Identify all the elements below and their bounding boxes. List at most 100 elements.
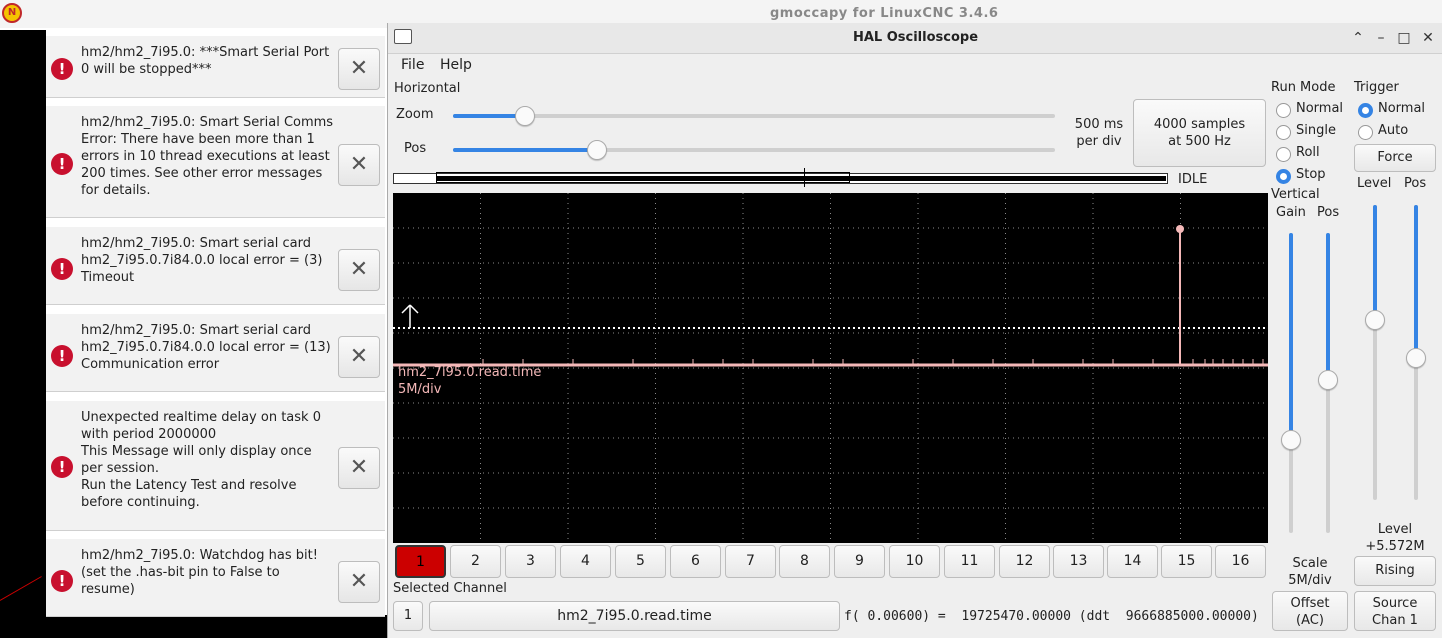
selected-channel-number[interactable]: 1	[393, 601, 423, 631]
background-dark-area	[0, 30, 46, 638]
channel-button-16[interactable]: 16	[1215, 545, 1266, 578]
error-icon: !	[51, 570, 73, 592]
window-titlebar[interactable]: HAL Oscilloscope ⌃ – □ ✕	[388, 23, 1442, 54]
run-mode-roll-label[interactable]: Roll	[1296, 145, 1320, 160]
channel-button-15[interactable]: 15	[1161, 545, 1212, 578]
channel-button-10[interactable]: 10	[889, 545, 940, 578]
vertical-pos-slider-fill	[1326, 233, 1330, 380]
trigger-pos-slider[interactable]	[1406, 205, 1426, 500]
notification-item: ! hm2/hm2_7i95.0: Smart serial card hm2_…	[46, 227, 385, 305]
gain-slider[interactable]	[1281, 233, 1301, 533]
trigger-normal-label[interactable]: Normal	[1378, 101, 1425, 116]
vertical-pos-label: Pos	[1317, 205, 1340, 220]
position-slider-handle[interactable]	[587, 140, 608, 160]
channel-button-6[interactable]: 6	[670, 545, 721, 578]
selected-channel-name-button[interactable]: hm2_7i95.0.read.time	[429, 601, 840, 631]
channel-button-2[interactable]: 2	[450, 545, 501, 578]
channel-button-3[interactable]: 3	[505, 545, 556, 578]
window-title: HAL Oscilloscope	[852, 30, 979, 45]
run-mode-stop-label[interactable]: Stop	[1296, 167, 1326, 182]
trigger-pos-slider-handle[interactable]	[1406, 348, 1426, 369]
notification-item: ! hm2/hm2_7i95.0: Watchdog has bit! (set…	[46, 539, 385, 617]
close-notification-button[interactable]: ✕	[338, 249, 380, 291]
trigger-arrow-icon	[401, 304, 411, 314]
gain-slider-handle[interactable]	[1281, 430, 1301, 450]
close-notification-button[interactable]: ✕	[338, 336, 380, 378]
position-slider-fill	[453, 148, 598, 152]
notification-item: ! hm2/hm2_7i95.0: ***Smart Serial Port 0…	[46, 36, 385, 98]
record-buffer-bar	[393, 168, 1168, 187]
run-mode-normal-label[interactable]: Normal	[1296, 101, 1343, 116]
rising-edge-button[interactable]: Rising	[1354, 556, 1436, 586]
linuxcnc-logo-icon[interactable]: N	[2, 3, 22, 23]
trigger-level-label: Level	[1357, 176, 1392, 191]
zoom-slider[interactable]	[453, 106, 1055, 126]
run-mode-stop-radio[interactable]	[1276, 169, 1291, 184]
trigger-position-marker	[804, 168, 805, 187]
vertical-pos-slider-handle[interactable]	[1318, 370, 1338, 390]
trigger-level-slider-handle[interactable]	[1365, 310, 1385, 331]
scope-plot-area[interactable]: hm2_7i95.0.read.time 5M/div	[393, 193, 1268, 543]
notification-item: ! hm2/hm2_7i95.0: Smart serial card hm2_…	[46, 314, 385, 392]
error-icon: !	[51, 345, 73, 367]
channel-button-5[interactable]: 5	[615, 545, 666, 578]
channel-button-13[interactable]: 13	[1053, 545, 1104, 578]
notification-item: ! hm2/hm2_7i95.0: Smart Serial Comms Err…	[46, 106, 385, 218]
gain-slider-fill	[1289, 233, 1293, 440]
channel-button-9[interactable]: 9	[834, 545, 885, 578]
channel-button-7[interactable]: 7	[725, 545, 776, 578]
display-window-marker	[436, 172, 850, 183]
trigger-auto-radio[interactable]	[1358, 125, 1373, 140]
notification-text: hm2/hm2_7i95.0: Watchdog has bit! (set t…	[81, 548, 318, 597]
trigger-level-text: Level +5.572M	[1365, 522, 1425, 554]
trigger-auto-label[interactable]: Auto	[1378, 123, 1408, 138]
run-mode-single-label[interactable]: Single	[1296, 123, 1336, 138]
trace-scale-label: 5M/div	[398, 382, 442, 397]
time-per-div-text: 500 ms per div	[1074, 117, 1124, 149]
chevron-up-icon[interactable]: ⌃	[1348, 28, 1368, 48]
background-dark-area-bottom	[0, 615, 390, 638]
vertical-pos-slider[interactable]	[1318, 233, 1338, 533]
trigger-label: Trigger	[1354, 80, 1399, 95]
zoom-slider-handle[interactable]	[515, 106, 536, 126]
background-window-title: gmoccapy for LinuxCNC 3.4.6	[770, 6, 999, 21]
channel-button-11[interactable]: 11	[944, 545, 995, 578]
notification-item: ! Unexpected realtime delay on task 0 wi…	[46, 401, 385, 531]
force-button[interactable]: Force	[1354, 144, 1436, 172]
samples-button[interactable]: 4000 samples at 500 Hz	[1133, 99, 1266, 167]
close-notification-button[interactable]: ✕	[338, 447, 380, 489]
notification-text: hm2/hm2_7i95.0: Smart serial card hm2_7i…	[81, 236, 323, 285]
notification-text: hm2/hm2_7i95.0: Smart serial card hm2_7i…	[81, 323, 331, 372]
run-mode-roll-radio[interactable]	[1276, 147, 1291, 162]
trigger-normal-radio[interactable]	[1358, 103, 1373, 118]
close-notification-button[interactable]: ✕	[338, 144, 380, 186]
close-notification-button[interactable]: ✕	[338, 48, 380, 90]
run-mode-single-radio[interactable]	[1276, 125, 1291, 140]
trigger-source-button[interactable]: Source Chan 1	[1354, 591, 1436, 631]
run-mode-normal-radio[interactable]	[1276, 103, 1291, 118]
zoom-label: Zoom	[396, 107, 434, 122]
channel-button-12[interactable]: 12	[999, 545, 1050, 578]
horizontal-frame-label: Horizontal	[394, 81, 461, 96]
channel-readout: f( 0.00600) = 19725470.00000 (ddt 966688…	[844, 609, 1259, 624]
position-slider[interactable]	[453, 140, 1055, 160]
maximize-button[interactable]: □	[1394, 28, 1414, 48]
channel-button-8[interactable]: 8	[779, 545, 830, 578]
close-notification-button[interactable]: ✕	[338, 561, 380, 603]
notification-text: hm2/hm2_7i95.0: ***Smart Serial Port 0 w…	[81, 45, 330, 77]
minimize-button[interactable]: –	[1371, 28, 1391, 48]
offset-button[interactable]: Offset (AC)	[1272, 591, 1348, 631]
selected-channel-label: Selected Channel	[393, 581, 507, 596]
menu-help[interactable]: Help	[440, 57, 472, 73]
run-mode-label: Run Mode	[1271, 80, 1336, 95]
channel-button-4[interactable]: 4	[560, 545, 611, 578]
trigger-arrow-icon	[409, 304, 419, 314]
close-window-button[interactable]: ✕	[1418, 28, 1438, 48]
channel-button-14[interactable]: 14	[1107, 545, 1158, 578]
gain-label: Gain	[1276, 205, 1306, 220]
channel-button-1[interactable]: 1	[395, 545, 446, 578]
error-icon: !	[51, 58, 73, 80]
trace-name-label: hm2_7i95.0.read.time	[398, 365, 542, 380]
menu-file[interactable]: File	[401, 57, 424, 73]
trigger-level-slider[interactable]	[1365, 205, 1385, 500]
